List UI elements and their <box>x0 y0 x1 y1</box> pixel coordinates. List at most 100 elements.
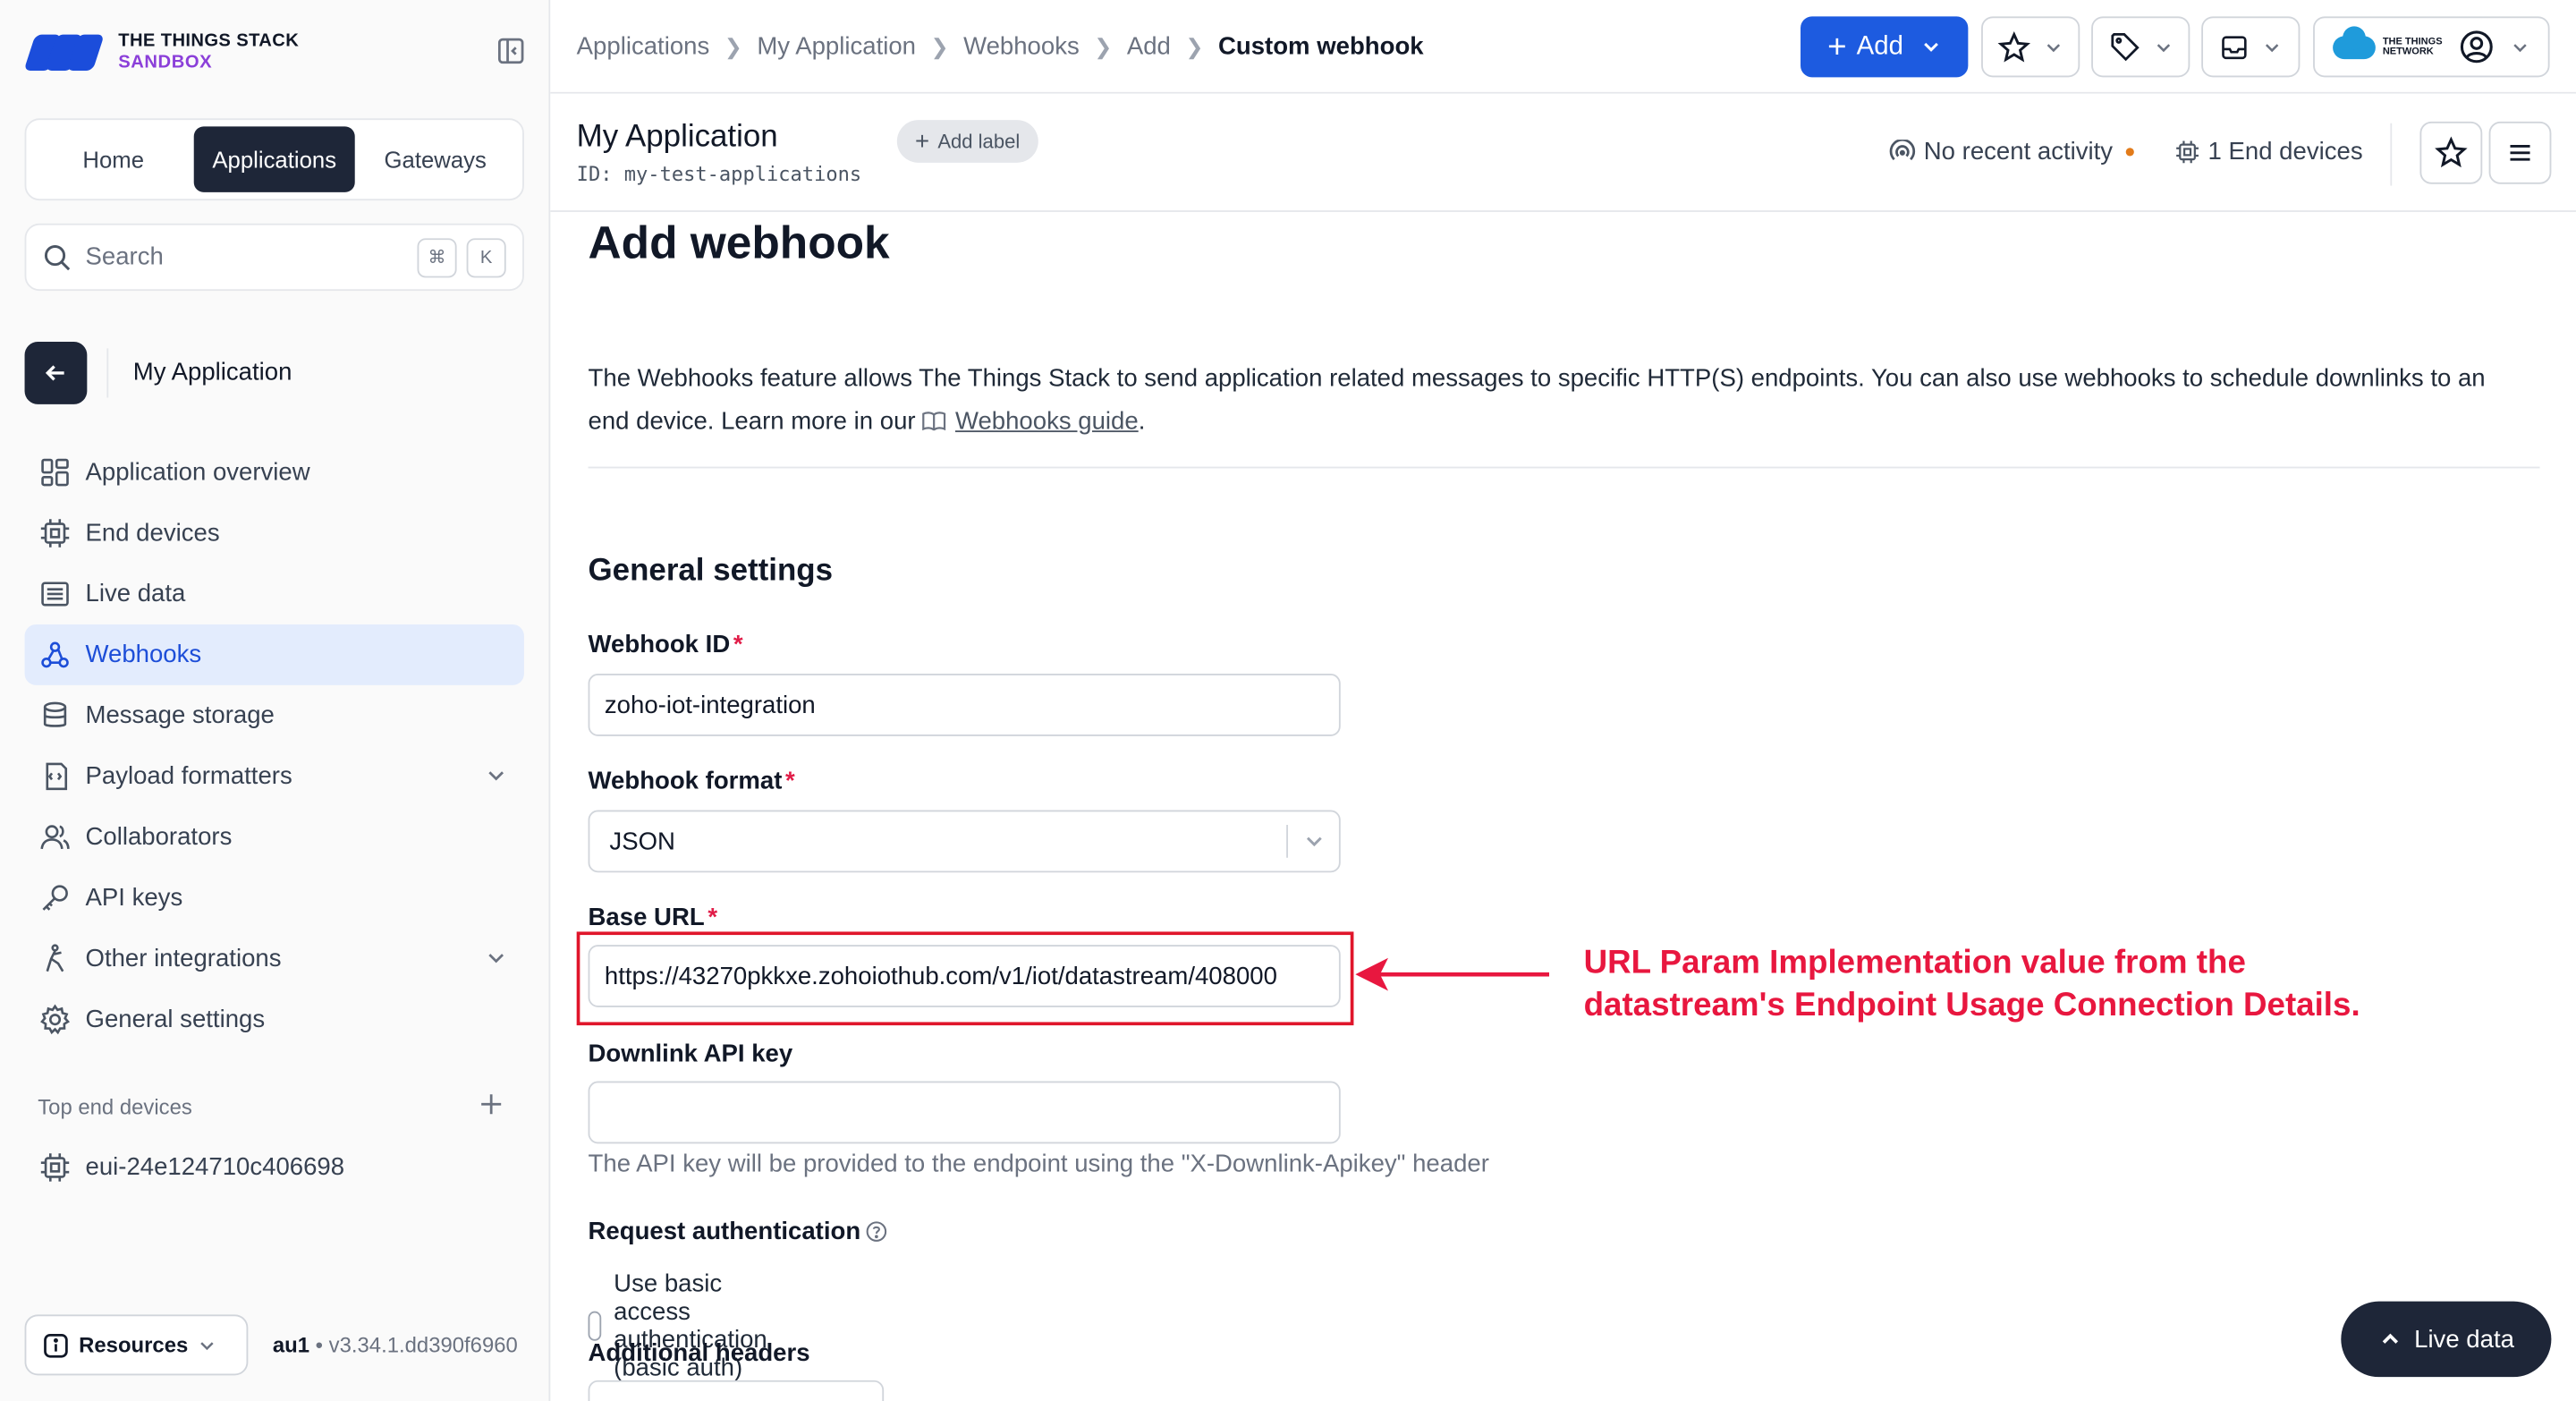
activity-label: No recent activity <box>1923 138 2114 166</box>
profile-dropdown[interactable]: THE THINGS NETWORK <box>2313 16 2550 78</box>
plus-icon[interactable] <box>478 1091 504 1117</box>
breadcrumb-webhooks[interactable]: Webhooks <box>963 33 1080 61</box>
select-divider <box>1286 825 1288 858</box>
application-id: ID: my-test-applications <box>576 162 862 186</box>
chevron-down-icon <box>2512 43 2527 52</box>
description-end: . <box>1138 407 1146 436</box>
sidebar-item-live-data[interactable]: Live data <box>25 564 524 624</box>
main-nav-tabs: Home Applications Gateways <box>24 118 524 201</box>
book-icon <box>923 412 946 431</box>
sidebar-item-general-settings[interactable]: General settings <box>25 989 524 1050</box>
key-icon <box>42 885 68 911</box>
gear-icon <box>40 1004 71 1035</box>
hamburger-icon <box>2510 144 2530 161</box>
list-icon <box>41 582 69 607</box>
annotation-line-1: URL Param Implementation value from the <box>1583 945 2246 981</box>
resources-label: Resources <box>79 1332 189 1358</box>
breadcrumb-applications[interactable]: Applications <box>577 33 710 61</box>
webhook-id-value: zoho-iot-integration <box>604 691 816 719</box>
live-data-label: Live data <box>2414 1325 2514 1354</box>
plus-icon: + <box>1827 29 1847 65</box>
sidebar-item-label: Webhooks <box>85 641 202 669</box>
sidebar-item-message-storage[interactable]: Message storage <box>25 685 524 746</box>
sidebar-item-payload-formatters[interactable]: Payload formatters <box>25 746 524 807</box>
collapse-sidebar-icon[interactable] <box>496 36 526 65</box>
sidebar-item-label: Payload formatters <box>85 762 292 791</box>
sidebar-item-label: General settings <box>85 1006 266 1034</box>
webhook-icon <box>41 641 69 668</box>
chevron-right-icon: ❯ <box>1185 33 1204 59</box>
sidebar-item-api-keys[interactable]: API keys <box>25 868 524 929</box>
integration-icon <box>46 944 64 972</box>
sidebar-item-end-devices[interactable]: End devices <box>25 503 524 564</box>
top-end-devices-heading: Top end devices <box>38 1094 192 1119</box>
downlink-api-key-field[interactable] <box>588 1081 1341 1144</box>
help-icon[interactable] <box>866 1221 887 1243</box>
request-authentication-text: Request authentication <box>588 1217 861 1246</box>
bookmark-button[interactable] <box>2419 121 2483 184</box>
end-devices-label: 1 End devices <box>2207 138 2363 166</box>
status-dot <box>2125 148 2134 157</box>
sidebar-item-label: Collaborators <box>85 823 233 852</box>
annotation-highlight-box <box>576 931 1354 1026</box>
basic-auth-checkbox[interactable] <box>588 1311 601 1341</box>
tab-gateways[interactable]: Gateways <box>355 126 516 191</box>
sidebar-app-name: My Application <box>132 358 292 386</box>
search-input[interactable]: Search ⌘ K <box>24 223 524 292</box>
additional-headers-label: Additional headers <box>588 1338 810 1368</box>
webhook-format-label-text: Webhook format <box>588 767 783 795</box>
breadcrumb-add[interactable]: Add <box>1127 33 1171 61</box>
downlink-api-key-hint: The API key will be provided to the endp… <box>588 1150 1489 1178</box>
top-device-item[interactable]: eui-24e124710c406698 <box>39 1152 344 1184</box>
sidebar-item-label: Live data <box>85 580 186 608</box>
sidebar-item-label: Message storage <box>85 701 275 730</box>
notifications-dropdown[interactable] <box>2201 16 2301 78</box>
tag-icon <box>2110 32 2139 62</box>
user-circle-icon <box>2460 30 2493 64</box>
add-button[interactable]: + Add <box>1801 16 1969 78</box>
cloud-icon <box>2333 25 2377 59</box>
inbox-icon <box>2222 35 2247 59</box>
sidebar-item-label: Other integrations <box>85 945 282 973</box>
brand-logo[interactable]: THE THINGS STACK SANDBOX <box>23 28 299 77</box>
chevron-right-icon: ❯ <box>1094 33 1113 59</box>
sidebar: THE THINGS STACK SANDBOX Home Applicatio… <box>0 0 551 1401</box>
required-marker: * <box>785 767 795 795</box>
chevron-down-icon <box>201 1341 215 1350</box>
sidebar-item-other-integrations[interactable]: Other integrations <box>25 929 524 989</box>
end-devices-count[interactable]: 1 End devices <box>2175 138 2363 166</box>
live-data-button[interactable]: Live data <box>2341 1301 2552 1378</box>
menu-button[interactable] <box>2488 121 2552 184</box>
bookmarks-dropdown[interactable] <box>1981 16 2080 78</box>
back-button[interactable] <box>24 342 88 404</box>
base-url-label: Base URL * <box>589 904 718 931</box>
tab-home[interactable]: Home <box>33 126 194 191</box>
sidebar-item-application-overview[interactable]: Application overview <box>25 442 524 503</box>
chevron-down-icon <box>2046 43 2061 52</box>
application-menu: Application overview End devices Live da… <box>24 442 524 1050</box>
required-marker: * <box>708 904 718 932</box>
additional-headers-button[interactable] <box>588 1380 885 1401</box>
search-placeholder: Search <box>85 242 164 272</box>
shortcut-key-k: K <box>466 237 506 277</box>
webhooks-guide-link[interactable]: Webhooks guide <box>955 408 1139 436</box>
version-label: • v3.34.1.dd390f6960 <box>309 1332 518 1358</box>
sidebar-item-webhooks[interactable]: Webhooks <box>24 624 524 685</box>
resources-button[interactable]: Resources <box>24 1314 249 1376</box>
ttn-logo-line2: NETWORK <box>2382 47 2434 57</box>
chip-icon <box>40 519 70 548</box>
top-bar: Applications ❯ My Application ❯ Webhooks… <box>550 0 2576 94</box>
breadcrumb: Applications ❯ My Application ❯ Webhooks… <box>577 33 1424 61</box>
sidebar-item-collaborators[interactable]: Collaborators <box>25 807 524 868</box>
annotation-arrow-icon <box>1355 957 1550 991</box>
add-label-button[interactable]: + Add label <box>896 120 1038 163</box>
database-icon <box>43 701 67 727</box>
webhook-format-select[interactable]: JSON <box>588 810 1341 873</box>
tab-applications[interactable]: Applications <box>193 126 355 192</box>
breadcrumb-my-application[interactable]: My Application <box>757 33 916 61</box>
star-icon <box>1997 30 2031 62</box>
webhook-format-value: JSON <box>609 827 675 856</box>
webhook-format-label: Webhook format * <box>589 768 795 795</box>
webhook-id-field[interactable]: zoho-iot-integration <box>588 674 1341 736</box>
labels-dropdown[interactable] <box>2091 16 2190 78</box>
